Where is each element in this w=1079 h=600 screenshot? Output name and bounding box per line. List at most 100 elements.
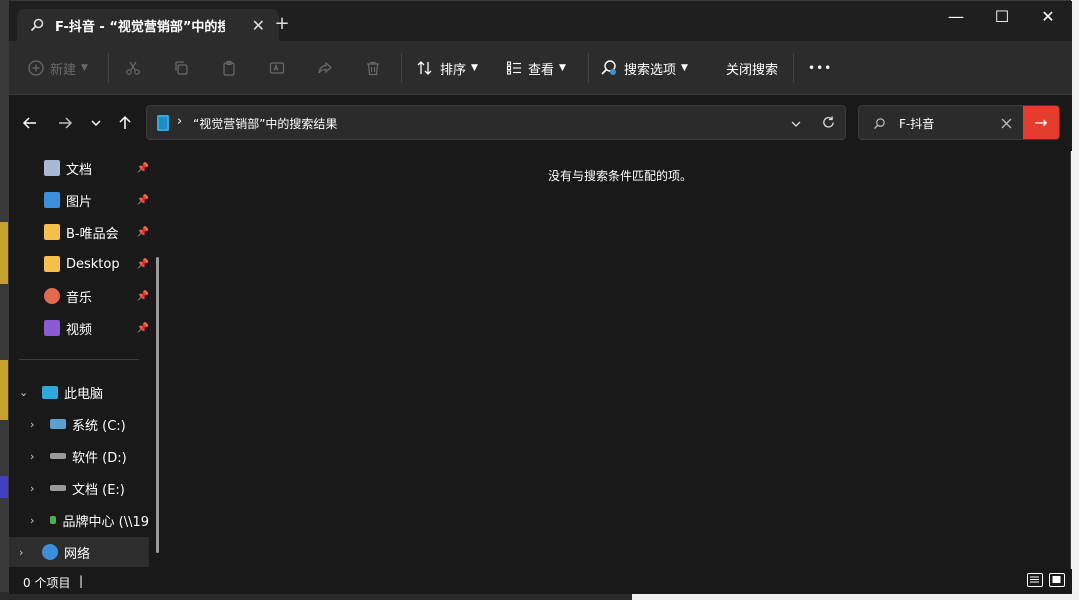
- videos-icon: [44, 320, 60, 336]
- search-input[interactable]: F-抖音: [899, 115, 934, 132]
- sidebar-item-drive-c[interactable]: › 系统 (C:): [9, 409, 149, 439]
- sidebar-item-music[interactable]: 音乐 📌: [9, 281, 149, 311]
- search-icon: [873, 118, 885, 130]
- paste-button[interactable]: [221, 41, 237, 95]
- computer-icon: [42, 385, 58, 399]
- chevron-down-icon[interactable]: ⌄: [19, 386, 28, 399]
- desktop-background-left: [0, 0, 8, 600]
- view-button[interactable]: 查看 ▼: [506, 41, 566, 95]
- minimize-button[interactable]: —: [933, 5, 979, 29]
- tab-title: F-抖音 - “视觉营销部”中的搜索: [55, 19, 225, 35]
- sidebar-item-desktop[interactable]: Desktop 📌: [9, 249, 149, 279]
- sidebar-item-pictures[interactable]: 图片 📌: [9, 185, 149, 215]
- chevron-down-icon[interactable]: [790, 118, 802, 130]
- selection-divider: |: [79, 574, 84, 588]
- folder-icon: [44, 256, 60, 272]
- chevron-down-icon: [91, 120, 101, 127]
- search-options-label: 搜索选项: [624, 62, 677, 78]
- pin-icon: 📌: [136, 226, 149, 238]
- address-bar[interactable]: › “视觉营销部”中的搜索结果: [146, 105, 846, 140]
- chevron-right-icon[interactable]: ›: [30, 482, 34, 495]
- tab-close-button[interactable]: ✕: [252, 16, 265, 35]
- close-window-button[interactable]: ✕: [1025, 5, 1071, 29]
- details-view-icon: [1030, 576, 1039, 583]
- chevron-down-icon: ▼: [559, 63, 566, 73]
- recent-locations-button[interactable]: [85, 113, 107, 133]
- trash-icon: [367, 61, 379, 76]
- rename-button[interactable]: [269, 41, 285, 95]
- sidebar-item-network-drive[interactable]: › 品牌中心 (\\19: [9, 505, 149, 535]
- sidebar-item-drive-e[interactable]: › 文档 (E:): [9, 473, 149, 503]
- navigation-row: › “视觉营销部”中的搜索结果 F-抖音 →: [9, 95, 1072, 151]
- more-options-button[interactable]: •••: [808, 41, 832, 95]
- sidebar-item-label: 网络: [64, 546, 91, 562]
- clipboard-icon: [223, 60, 235, 76]
- sidebar-item-b-vip[interactable]: B-唯品会 📌: [9, 217, 149, 247]
- plus-circle-icon: [28, 60, 44, 76]
- pin-icon: 📌: [136, 194, 149, 206]
- breadcrumb[interactable]: “视觉营销部”中的搜索结果: [193, 115, 337, 132]
- sidebar-item-label: 品牌中心 (\\19: [62, 514, 149, 530]
- search-options-button[interactable]: 搜索选项 ▼: [600, 41, 688, 95]
- arrow-right-icon: [59, 117, 73, 129]
- search-go-button[interactable]: →: [1023, 106, 1059, 139]
- forward-button[interactable]: [54, 113, 76, 133]
- details-view-button[interactable]: [1027, 573, 1043, 587]
- clear-search-icon[interactable]: [1001, 118, 1012, 129]
- tab-search-results[interactable]: F-抖音 - “视觉营销部”中的搜索 ✕: [17, 9, 279, 41]
- chevron-down-icon: ▼: [471, 63, 478, 73]
- sort-button[interactable]: 排序 ▼: [416, 41, 478, 95]
- refresh-icon[interactable]: [821, 115, 836, 130]
- system-drive-icon: [50, 419, 66, 429]
- status-bar: 0 个项目 |: [9, 569, 1072, 594]
- close-search-button[interactable]: 关闭搜索: [726, 41, 778, 95]
- share-button[interactable]: [317, 41, 333, 95]
- up-button[interactable]: [114, 113, 136, 133]
- chevron-right-icon[interactable]: ›: [30, 514, 34, 527]
- file-explorer-window: F-抖音 - “视觉营销部”中的搜索 ✕ + — ☐ ✕ 新建 ▼ 排序 ▼ 查…: [8, 0, 1072, 594]
- breadcrumb-separator: ›: [177, 114, 183, 129]
- chevron-right-icon[interactable]: ›: [30, 450, 34, 463]
- maximize-button[interactable]: ☐: [979, 5, 1025, 29]
- chevron-down-icon: ▼: [81, 63, 88, 73]
- tiles-view-icon: [1052, 576, 1061, 583]
- pin-icon: 📌: [136, 162, 149, 174]
- network-drive-icon: [50, 516, 57, 524]
- sidebar-item-network[interactable]: › 网络: [9, 537, 149, 567]
- new-tab-button[interactable]: +: [272, 13, 292, 34]
- sidebar-item-label: 软件 (D:): [72, 450, 127, 466]
- chevron-right-icon[interactable]: ›: [30, 418, 34, 431]
- copy-button[interactable]: [173, 41, 189, 95]
- folder-icon: [44, 224, 60, 240]
- network-icon: [42, 544, 58, 560]
- new-button[interactable]: 新建 ▼: [28, 41, 88, 95]
- sidebar-item-label: 图片: [66, 194, 93, 210]
- search-results-icon: [157, 115, 169, 131]
- share-icon: [318, 61, 332, 74]
- pictures-icon: [44, 192, 60, 208]
- search-box[interactable]: F-抖音 →: [858, 105, 1060, 140]
- sidebar-item-videos[interactable]: 视频 📌: [9, 313, 149, 343]
- large-icons-view-button[interactable]: [1049, 573, 1065, 587]
- sidebar-scrollbar[interactable]: [156, 257, 159, 553]
- pin-icon: 📌: [136, 322, 149, 334]
- close-search-label: 关闭搜索: [726, 62, 779, 78]
- back-button[interactable]: [19, 113, 41, 133]
- sidebar-item-label: 文档 (E:): [72, 482, 125, 498]
- new-label: 新建: [50, 62, 77, 78]
- navigation-pane: 文档 📌 图片 📌 B-唯品会 📌 Desktop 📌 音乐 📌 视频 📌 ⌄ …: [9, 151, 167, 569]
- view-label: 查看: [528, 62, 555, 78]
- item-count: 0 个项目: [23, 576, 71, 590]
- sidebar-item-documents[interactable]: 文档 📌: [9, 153, 149, 183]
- sidebar-item-this-pc[interactable]: ⌄ 此电脑: [9, 377, 149, 407]
- desktop-background-right: [1071, 0, 1079, 600]
- cut-button[interactable]: [125, 41, 141, 95]
- sort-label: 排序: [440, 62, 467, 78]
- sidebar-item-drive-d[interactable]: › 软件 (D:): [9, 441, 149, 471]
- drive-icon: [50, 453, 66, 459]
- copy-icon: [175, 61, 188, 75]
- delete-button[interactable]: [365, 41, 381, 95]
- chevron-right-icon[interactable]: ›: [19, 546, 23, 559]
- sidebar-item-label: 视频: [66, 322, 93, 338]
- sidebar-item-label: B-唯品会: [66, 226, 119, 242]
